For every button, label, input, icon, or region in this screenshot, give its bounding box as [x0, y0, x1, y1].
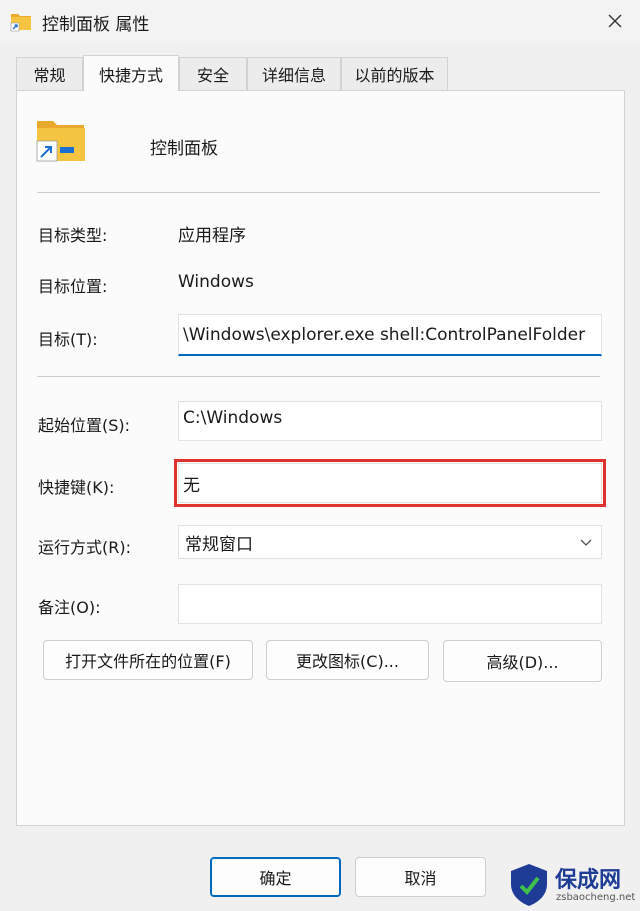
change-icon-button[interactable]: 更改图标(C)...	[266, 640, 429, 680]
watermark-text: 保成网	[555, 868, 622, 893]
shield-logo-icon	[511, 864, 547, 906]
tab-general[interactable]: 常规	[16, 57, 83, 90]
start-in-label: 起始位置(S):	[38, 416, 131, 435]
chevron-down-icon	[580, 539, 592, 546]
shortcut-name: 控制面板	[150, 139, 218, 159]
separator	[37, 192, 600, 193]
close-icon	[608, 14, 622, 28]
hotkey-input-value: 无	[183, 476, 200, 496]
close-button[interactable]	[598, 6, 632, 36]
separator	[37, 376, 600, 377]
target-type-label: 目标类型:	[38, 226, 108, 245]
start-in-input[interactable]: C:\Windows	[178, 401, 602, 441]
target-location-label: 目标位置:	[38, 277, 108, 296]
run-label: 运行方式(R):	[38, 538, 131, 557]
tab-security[interactable]: 安全	[179, 57, 247, 90]
target-input[interactable]: \Windows\explorer.exe shell:ControlPanel…	[178, 314, 602, 356]
tab-details[interactable]: 详细信息	[247, 57, 341, 90]
tab-shortcut[interactable]: 快捷方式	[83, 55, 179, 91]
folder-shortcut-icon	[10, 14, 31, 32]
hotkey-input[interactable]: 无	[174, 459, 606, 507]
target-label: 目标(T):	[38, 330, 98, 349]
comment-input[interactable]	[178, 584, 602, 624]
watermark-subtext: zsbaocheng.net	[556, 892, 636, 903]
hotkey-label: 快捷键(K):	[38, 478, 115, 497]
comment-label: 备注(O):	[38, 598, 101, 617]
window-title: 控制面板 属性	[42, 15, 150, 35]
run-select[interactable]: 常规窗口	[178, 525, 602, 559]
start-in-input-value: C:\Windows	[183, 408, 283, 428]
run-select-value: 常规窗口	[185, 534, 253, 555]
target-input-value: \Windows\explorer.exe shell:ControlPanel…	[183, 324, 586, 345]
cancel-button[interactable]: 取消	[355, 857, 486, 897]
open-file-location-button[interactable]: 打开文件所在的位置(F)	[43, 640, 253, 680]
ok-button[interactable]: 确定	[210, 857, 341, 897]
tab-previous-versions[interactable]: 以前的版本	[341, 57, 448, 90]
target-location-value: Windows	[178, 272, 254, 292]
shortcut-tab-panel	[16, 90, 625, 826]
title-bar: 控制面板 属性	[0, 0, 640, 44]
folder-shortcut-icon	[36, 121, 85, 162]
target-type-value: 应用程序	[178, 226, 246, 246]
advanced-button[interactable]: 高级(D)...	[443, 640, 602, 682]
watermark: 保成网 zsbaocheng.net	[500, 860, 640, 911]
